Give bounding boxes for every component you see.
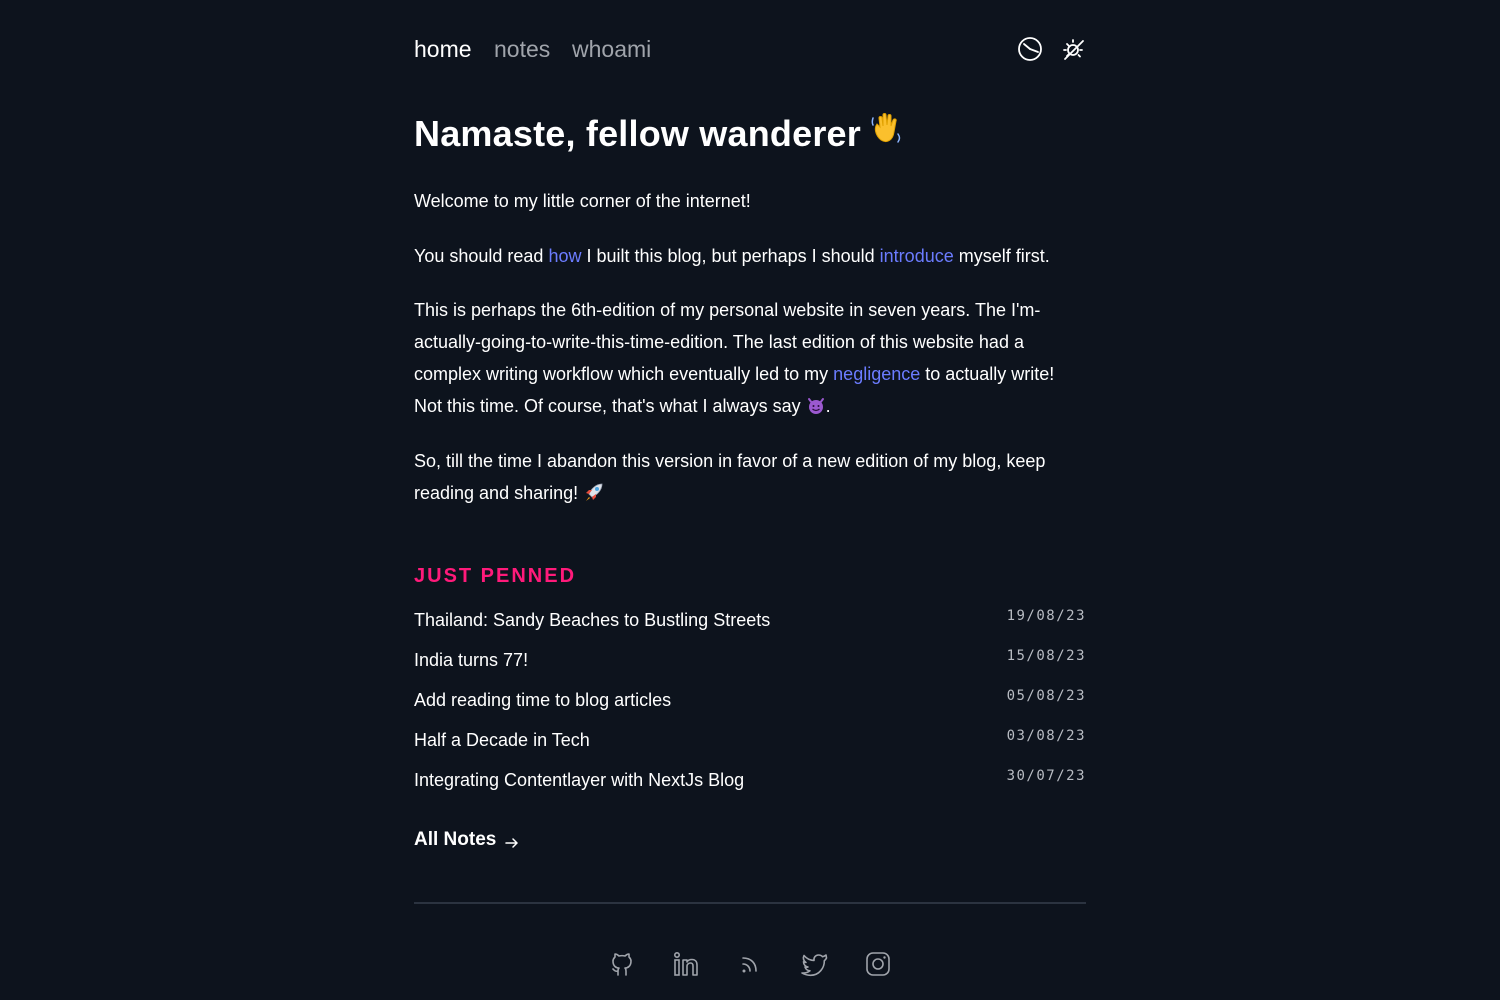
all-notes-link[interactable]: All Notes: [414, 826, 520, 854]
waving-hand-icon: [869, 110, 907, 159]
post-list: Thailand: Sandy Beaches to Bustling Stre…: [414, 606, 1086, 806]
intro-paragraph-4: So, till the time I abandon this version…: [414, 445, 1086, 513]
clock-icon[interactable]: [1015, 34, 1045, 64]
smiling-devil-icon: [806, 394, 826, 426]
twitter-icon[interactable]: [798, 948, 830, 980]
post-date: 03/08/23: [1006, 728, 1086, 744]
just-penned-heading: JUST PENNED: [414, 565, 577, 587]
instagram-icon[interactable]: [862, 948, 894, 980]
nav-whoami-link[interactable]: whoami: [572, 33, 651, 65]
list-item: Thailand: Sandy Beaches to Bustling Stre…: [414, 606, 1086, 646]
post-title-link[interactable]: Thailand: Sandy Beaches to Bustling Stre…: [414, 606, 770, 634]
nav-notes-link[interactable]: notes: [494, 33, 550, 65]
post-date: 19/08/23: [1006, 608, 1086, 624]
intro-text: myself first.: [953, 246, 1050, 266]
rss-icon[interactable]: [734, 948, 766, 980]
nav-home-link[interactable]: home: [414, 33, 472, 65]
intro-text: So, till the time I abandon this version…: [414, 451, 1046, 503]
post-title-link[interactable]: Half a Decade in Tech: [414, 726, 590, 754]
github-icon[interactable]: [606, 948, 638, 980]
post-date: 15/08/23: [1006, 648, 1086, 664]
top-nav: home notes whoami: [414, 33, 1086, 67]
social-links: [414, 948, 1086, 980]
list-item: India turns 77! 15/08/23: [414, 646, 1086, 686]
page-title: Namaste, fellow wanderer: [414, 110, 907, 159]
page-title-text: Namaste, fellow wanderer: [414, 113, 861, 154]
list-item: Half a Decade in Tech 03/08/23: [414, 726, 1086, 766]
post-title-link[interactable]: India turns 77!: [414, 646, 528, 674]
intro-text: You should read: [414, 246, 549, 266]
linkedin-icon[interactable]: [670, 948, 702, 980]
arrow-right-icon: [504, 832, 520, 848]
post-title-link[interactable]: Integrating Contentlayer with NextJs Blo…: [414, 766, 744, 794]
intro-paragraph-2: You should read how I built this blog, b…: [414, 240, 1086, 272]
intro-text: I built this blog, but perhaps I should: [581, 246, 880, 266]
introduce-link[interactable]: introduce: [880, 246, 954, 266]
rocket-icon: [583, 481, 605, 513]
list-item: Add reading time to blog articles 05/08/…: [414, 686, 1086, 726]
intro-paragraph-3: This is perhaps the 6th-edition of my pe…: [414, 294, 1086, 426]
all-notes-label: All Notes: [414, 829, 497, 850]
list-item: Integrating Contentlayer with NextJs Blo…: [414, 766, 1086, 806]
footer-divider: [414, 902, 1086, 904]
theme-toggle-icon[interactable]: [1059, 34, 1089, 64]
post-date: 05/08/23: [1006, 688, 1086, 704]
how-link[interactable]: how: [548, 246, 581, 266]
intro-paragraph-1: Welcome to my little corner of the inter…: [414, 191, 751, 211]
negligence-link[interactable]: negligence: [833, 364, 920, 384]
intro-text: .: [825, 396, 831, 416]
post-title-link[interactable]: Add reading time to blog articles: [414, 686, 671, 714]
post-date: 30/07/23: [1006, 768, 1086, 784]
